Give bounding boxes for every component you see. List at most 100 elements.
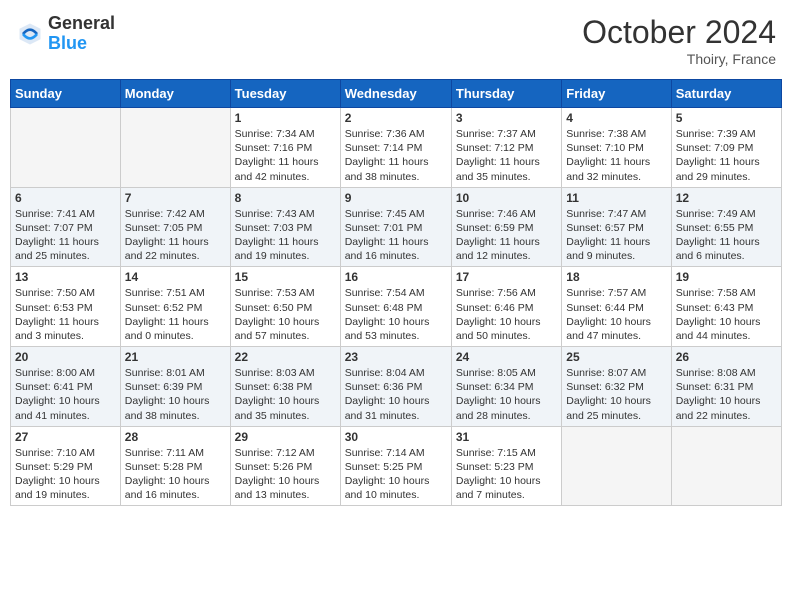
month-title: October 2024 — [582, 14, 776, 51]
calendar-cell: 13 Sunrise: 7:50 AM Sunset: 6:53 PM Dayli… — [11, 267, 121, 347]
day-number: 8 — [235, 191, 336, 205]
calendar-cell: 23Sunrise: 8:04 AM Sunset: 6:36 PM Dayli… — [340, 347, 451, 427]
calendar-cell: 15 Sunrise: 7:53 AM Sunset: 6:50 PM Dayli… — [230, 267, 340, 347]
day-number: 16 — [345, 270, 447, 284]
weekday-header: Wednesday — [340, 80, 451, 108]
day-info: Sunrise: 7:15 AM Sunset: 5:23 PM Dayligh… — [456, 446, 557, 503]
day-number: 15 — [235, 270, 336, 284]
day-number: 20 — [15, 350, 116, 364]
day-number: 5 — [676, 111, 777, 125]
day-info: Sunrise: 8:04 AM Sunset: 6:36 PM Dayligh… — [345, 366, 447, 423]
calendar-cell: 19 Sunrise: 7:58 AM Sunset: 6:43 PM Dayli… — [671, 267, 781, 347]
day-number: 26 — [676, 350, 777, 364]
day-info: Sunrise: 7:14 AM Sunset: 5:25 PM Dayligh… — [345, 446, 447, 503]
day-number: 19 — [676, 270, 777, 284]
day-number: 9 — [345, 191, 447, 205]
calendar-cell: 26Sunrise: 8:08 AM Sunset: 6:31 PM Dayli… — [671, 347, 781, 427]
calendar-cell: 2 Sunrise: 7:36 AM Sunset: 7:14 PM Daylig… — [340, 108, 451, 188]
header: General Blue October 2024 Thoiry, France — [10, 10, 782, 71]
day-number: 2 — [345, 111, 447, 125]
calendar-week-row: 27Sunrise: 7:10 AM Sunset: 5:29 PM Dayli… — [11, 426, 782, 506]
day-number: 24 — [456, 350, 557, 364]
day-info: Sunrise: 7:12 AM Sunset: 5:26 PM Dayligh… — [235, 446, 336, 503]
day-info: Sunrise: 8:03 AM Sunset: 6:38 PM Dayligh… — [235, 366, 336, 423]
logo-line2: Blue — [48, 34, 115, 54]
calendar-week-row: 20Sunrise: 8:00 AM Sunset: 6:41 PM Dayli… — [11, 347, 782, 427]
logo-text: General Blue — [48, 14, 115, 54]
day-info: Sunrise: 7:50 AM Sunset: 6:53 PM Dayligh… — [15, 286, 116, 343]
calendar-cell: 11Sunrise: 7:47 AM Sunset: 6:57 PM Dayli… — [562, 187, 671, 267]
weekday-header: Sunday — [11, 80, 121, 108]
calendar-cell: 5 Sunrise: 7:39 AM Sunset: 7:09 PM Daylig… — [671, 108, 781, 188]
calendar-cell — [562, 426, 671, 506]
day-number: 25 — [566, 350, 666, 364]
calendar-cell: 21 Sunrise: 8:01 AM Sunset: 6:39 PM Dayli… — [120, 347, 230, 427]
day-info: Sunrise: 7:49 AM Sunset: 6:55 PM Dayligh… — [676, 207, 777, 264]
day-info: Sunrise: 8:07 AM Sunset: 6:32 PM Dayligh… — [566, 366, 666, 423]
calendar-cell: 24 Sunrise: 8:05 AM Sunset: 6:34 PM Dayli… — [451, 347, 561, 427]
calendar-cell: 12Sunrise: 7:49 AM Sunset: 6:55 PM Dayli… — [671, 187, 781, 267]
day-info: Sunrise: 7:34 AM Sunset: 7:16 PM Dayligh… — [235, 127, 336, 184]
calendar-cell: 9 Sunrise: 7:45 AM Sunset: 7:01 PM Daylig… — [340, 187, 451, 267]
day-number: 7 — [125, 191, 226, 205]
calendar-table: SundayMondayTuesdayWednesdayThursdayFrid… — [10, 79, 782, 506]
calendar-week-row: 13 Sunrise: 7:50 AM Sunset: 6:53 PM Dayli… — [11, 267, 782, 347]
day-number: 29 — [235, 430, 336, 444]
calendar-cell: 1 Sunrise: 7:34 AM Sunset: 7:16 PM Daylig… — [230, 108, 340, 188]
day-info: Sunrise: 8:01 AM Sunset: 6:39 PM Dayligh… — [125, 366, 226, 423]
calendar-cell: 22 Sunrise: 8:03 AM Sunset: 6:38 PM Dayli… — [230, 347, 340, 427]
day-info: Sunrise: 7:42 AM Sunset: 7:05 PM Dayligh… — [125, 207, 226, 264]
day-number: 22 — [235, 350, 336, 364]
calendar-cell — [671, 426, 781, 506]
weekday-header: Monday — [120, 80, 230, 108]
weekday-header: Tuesday — [230, 80, 340, 108]
day-info: Sunrise: 7:51 AM Sunset: 6:52 PM Dayligh… — [125, 286, 226, 343]
day-info: Sunrise: 7:46 AM Sunset: 6:59 PM Dayligh… — [456, 207, 557, 264]
day-number: 21 — [125, 350, 226, 364]
day-info: Sunrise: 7:45 AM Sunset: 7:01 PM Dayligh… — [345, 207, 447, 264]
day-info: Sunrise: 7:38 AM Sunset: 7:10 PM Dayligh… — [566, 127, 666, 184]
title-area: October 2024 Thoiry, France — [582, 14, 776, 67]
day-info: Sunrise: 7:57 AM Sunset: 6:44 PM Dayligh… — [566, 286, 666, 343]
calendar-cell: 6 Sunrise: 7:41 AM Sunset: 7:07 PM Daylig… — [11, 187, 121, 267]
calendar-cell — [11, 108, 121, 188]
logo-line1: General — [48, 14, 115, 34]
calendar-cell — [120, 108, 230, 188]
calendar-cell: 16 Sunrise: 7:54 AM Sunset: 6:48 PM Dayli… — [340, 267, 451, 347]
day-number: 6 — [15, 191, 116, 205]
day-number: 1 — [235, 111, 336, 125]
weekday-header: Thursday — [451, 80, 561, 108]
day-info: Sunrise: 7:54 AM Sunset: 6:48 PM Dayligh… — [345, 286, 447, 343]
calendar-week-row: 6 Sunrise: 7:41 AM Sunset: 7:07 PM Daylig… — [11, 187, 782, 267]
calendar-cell: 14 Sunrise: 7:51 AM Sunset: 6:52 PM Dayli… — [120, 267, 230, 347]
calendar-cell: 8Sunrise: 7:43 AM Sunset: 7:03 PM Daylig… — [230, 187, 340, 267]
day-info: Sunrise: 7:39 AM Sunset: 7:09 PM Dayligh… — [676, 127, 777, 184]
day-info: Sunrise: 7:11 AM Sunset: 5:28 PM Dayligh… — [125, 446, 226, 503]
calendar-cell: 27Sunrise: 7:10 AM Sunset: 5:29 PM Dayli… — [11, 426, 121, 506]
day-info: Sunrise: 7:58 AM Sunset: 6:43 PM Dayligh… — [676, 286, 777, 343]
day-info: Sunrise: 7:36 AM Sunset: 7:14 PM Dayligh… — [345, 127, 447, 184]
calendar-cell: 30Sunrise: 7:14 AM Sunset: 5:25 PM Dayli… — [340, 426, 451, 506]
calendar-header-row: SundayMondayTuesdayWednesdayThursdayFrid… — [11, 80, 782, 108]
day-info: Sunrise: 8:05 AM Sunset: 6:34 PM Dayligh… — [456, 366, 557, 423]
calendar-cell: 18 Sunrise: 7:57 AM Sunset: 6:44 PM Dayli… — [562, 267, 671, 347]
day-number: 18 — [566, 270, 666, 284]
calendar-cell: 7 Sunrise: 7:42 AM Sunset: 7:05 PM Daylig… — [120, 187, 230, 267]
calendar-week-row: 1 Sunrise: 7:34 AM Sunset: 7:16 PM Daylig… — [11, 108, 782, 188]
day-info: Sunrise: 7:56 AM Sunset: 6:46 PM Dayligh… — [456, 286, 557, 343]
day-number: 10 — [456, 191, 557, 205]
weekday-header: Saturday — [671, 80, 781, 108]
calendar-cell: 25 Sunrise: 8:07 AM Sunset: 6:32 PM Dayli… — [562, 347, 671, 427]
calendar-cell: 20Sunrise: 8:00 AM Sunset: 6:41 PM Dayli… — [11, 347, 121, 427]
calendar-cell: 31Sunrise: 7:15 AM Sunset: 5:23 PM Dayli… — [451, 426, 561, 506]
day-number: 27 — [15, 430, 116, 444]
day-number: 28 — [125, 430, 226, 444]
day-number: 13 — [15, 270, 116, 284]
logo: General Blue — [16, 14, 115, 54]
weekday-header: Friday — [562, 80, 671, 108]
day-number: 14 — [125, 270, 226, 284]
day-number: 17 — [456, 270, 557, 284]
day-info: Sunrise: 7:41 AM Sunset: 7:07 PM Dayligh… — [15, 207, 116, 264]
day-info: Sunrise: 7:53 AM Sunset: 6:50 PM Dayligh… — [235, 286, 336, 343]
day-info: Sunrise: 7:47 AM Sunset: 6:57 PM Dayligh… — [566, 207, 666, 264]
